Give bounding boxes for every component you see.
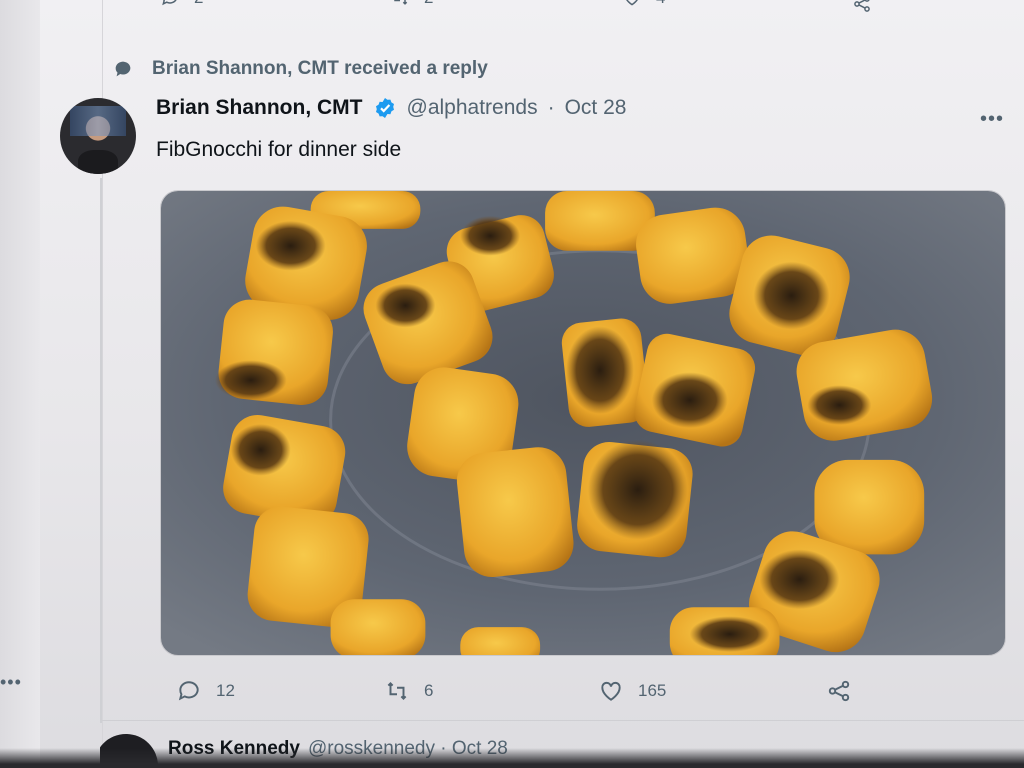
tweet-text: FibGnocchi for dinner side — [156, 138, 402, 161]
reply-button[interactable]: 12 — [176, 678, 235, 704]
more-options-button[interactable]: ••• — [980, 108, 1004, 131]
like-button[interactable]: 165 — [598, 678, 666, 704]
tweet-date[interactable]: Oct 28 — [565, 96, 627, 120]
reply-icon — [162, 0, 177, 6]
speech-bubble-icon — [115, 61, 131, 77]
reply-notice[interactable]: Brian Shannon, CMT received a reply — [112, 58, 488, 80]
heart-icon — [626, 0, 638, 6]
like-count: 165 — [638, 681, 667, 700]
tweet-media-image[interactable] — [160, 190, 1006, 656]
previous-retweet-count: 2 — [424, 0, 433, 8]
author-name[interactable]: Brian Shannon, CMT — [156, 96, 363, 120]
reply-notice-text: Brian Shannon, CMT received a reply — [152, 58, 488, 79]
share-icon — [854, 0, 870, 12]
previous-reply-button[interactable]: 2 — [160, 0, 203, 8]
retweet-icon — [394, 0, 408, 5]
reply-count: 12 — [216, 681, 235, 700]
share-button[interactable] — [826, 678, 852, 704]
avatar[interactable] — [60, 98, 136, 174]
tweet-actions: 12 6 165 — [0, 678, 1024, 708]
heart-icon — [601, 681, 621, 701]
verified-badge-icon — [375, 98, 394, 118]
previous-like-count: 4 — [656, 0, 665, 8]
reply-icon — [178, 681, 199, 701]
previous-like-button[interactable]: 4 — [622, 0, 665, 8]
author-handle[interactable]: @alphatrends — [407, 96, 538, 120]
share-icon — [828, 680, 850, 702]
previous-tweet-actions: 2 2 4 — [0, 0, 1024, 16]
gnocchi-photo — [161, 191, 1005, 655]
previous-share-button[interactable] — [852, 0, 872, 14]
previous-retweet-button[interactable]: 2 — [390, 0, 433, 8]
left-column — [0, 0, 40, 768]
retweet-button[interactable]: 6 — [384, 678, 433, 704]
tweet-divider — [102, 720, 1024, 721]
tweet-header: Brian Shannon, CMT @alphatrends · Oct 28 — [156, 96, 626, 120]
monitor-bezel — [0, 748, 1024, 768]
retweet-icon — [387, 682, 407, 700]
previous-reply-count: 2 — [194, 0, 203, 8]
left-more-options[interactable]: ••• — [0, 672, 22, 693]
header-separator: · — [547, 96, 555, 119]
retweet-count: 6 — [424, 681, 434, 700]
thread-connector-line — [100, 178, 102, 723]
